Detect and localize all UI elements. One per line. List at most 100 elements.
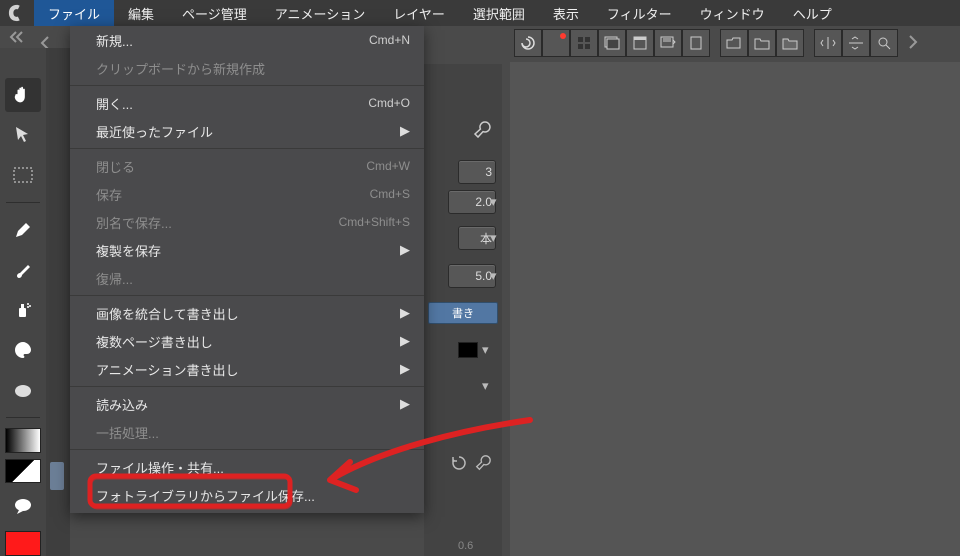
menu-layer[interactable]: レイヤー xyxy=(379,0,459,26)
app-logo-icon[interactable] xyxy=(0,0,34,26)
menu-window[interactable]: ウィンドウ xyxy=(686,0,779,26)
menu-item-label: 読み込み xyxy=(96,395,400,414)
menu-page[interactable]: ページ管理 xyxy=(168,0,261,26)
menu-item-label: アニメーション書き出し xyxy=(96,360,400,379)
sub-palette xyxy=(46,48,70,556)
field-3[interactable]: 3 xyxy=(458,160,496,184)
menu-separator xyxy=(70,449,424,450)
field-2.0[interactable]: 2.0 xyxy=(448,190,496,214)
menu-item-3[interactable]: 開く...Cmd+O xyxy=(70,89,424,117)
bw-swatch[interactable] xyxy=(5,459,41,484)
tool-palette xyxy=(0,48,46,556)
menu-item-12[interactable]: 画像を統合して書き出し▶ xyxy=(70,299,424,327)
spiral-icon[interactable] xyxy=(514,29,542,57)
vmirror-icon[interactable] xyxy=(842,29,870,57)
menu-animation[interactable]: アニメーション xyxy=(261,0,379,26)
menu-separator xyxy=(70,85,424,86)
menu-item-9[interactable]: 複製を保存▶ xyxy=(70,236,424,264)
folder-closed-icon[interactable] xyxy=(776,29,804,57)
spray-tool-icon[interactable] xyxy=(5,293,41,327)
palette-tool-icon[interactable] xyxy=(5,333,41,367)
refresh-icon[interactable] xyxy=(450,454,468,475)
menu-item-label: 最近使ったファイル xyxy=(96,122,400,141)
grid-icon[interactable] xyxy=(570,29,598,57)
menu-item-20[interactable]: フォトライブラリからファイル保存... xyxy=(70,481,424,509)
hand-tool-icon[interactable] xyxy=(5,78,41,112)
menu-item-4[interactable]: 最近使ったファイル▶ xyxy=(70,117,424,145)
window-icon[interactable] xyxy=(654,29,682,57)
submenu-arrow-icon: ▶ xyxy=(400,333,410,349)
menu-item-label: 画像を統合して書き出し xyxy=(96,304,400,323)
stack-icon[interactable] xyxy=(598,29,626,57)
file-menu-dropdown: 新規...Cmd+Nクリップボードから新規作成開く...Cmd+O最近使ったファ… xyxy=(70,26,424,513)
menu-item-shortcut: Cmd+O xyxy=(368,96,410,110)
menu-item-label: 閉じる xyxy=(96,157,366,176)
menu-item-7: 保存Cmd+S xyxy=(70,180,424,208)
menu-item-shortcut: Cmd+N xyxy=(369,33,410,47)
folder-open-icon[interactable] xyxy=(720,29,748,57)
submenu-arrow-icon: ▶ xyxy=(400,123,410,139)
menu-item-16[interactable]: 読み込み▶ xyxy=(70,390,424,418)
menu-view[interactable]: 表示 xyxy=(539,0,593,26)
chevron-down-icon[interactable]: ▾ xyxy=(490,268,504,282)
red-swatch[interactable] xyxy=(5,531,41,556)
canvas-area xyxy=(510,62,960,556)
menu-selection[interactable]: 選択範囲 xyxy=(459,0,539,26)
chevron-down-icon[interactable]: ▾ xyxy=(482,378,496,392)
menu-item-label: 別名で保存... xyxy=(96,213,339,232)
menu-item-label: クリップボードから新規作成 xyxy=(96,59,410,78)
bottom-value: 0.6 xyxy=(458,540,473,552)
menu-item-14[interactable]: アニメーション書き出し▶ xyxy=(70,355,424,383)
chevron-down-icon[interactable]: ▾ xyxy=(482,342,496,356)
chevron-right-icon[interactable] xyxy=(908,35,918,52)
submenu-arrow-icon: ▶ xyxy=(400,242,410,258)
menu-item-label: 一括処理... xyxy=(96,423,410,442)
submenu-arrow-icon: ▶ xyxy=(400,396,410,412)
marquee-tool-icon[interactable] xyxy=(5,158,41,192)
folder-icon[interactable] xyxy=(748,29,776,57)
pointer-tool-icon[interactable] xyxy=(5,118,41,152)
brush-tool-icon[interactable] xyxy=(5,253,41,287)
hmirror-icon[interactable] xyxy=(814,29,842,57)
menu-item-0[interactable]: 新規...Cmd+N xyxy=(70,26,424,54)
chevron-down-icon[interactable]: ▾ xyxy=(490,194,504,208)
menu-item-label: 新規... xyxy=(96,31,369,50)
pen-tool-icon[interactable] xyxy=(5,213,41,247)
sub-chip[interactable] xyxy=(50,462,64,490)
submenu-arrow-icon: ▶ xyxy=(400,305,410,321)
active-tab[interactable]: 書き xyxy=(428,302,498,324)
doc-icon[interactable] xyxy=(682,29,710,57)
menu-item-label: 復帰... xyxy=(96,269,410,288)
menu-separator xyxy=(70,295,424,296)
menu-item-label: ファイル操作・共有... xyxy=(96,458,410,477)
panel-icon[interactable] xyxy=(626,29,654,57)
field-5.0[interactable]: 5.0 xyxy=(448,264,496,288)
menu-separator xyxy=(70,386,424,387)
wrench-icon[interactable] xyxy=(472,120,494,142)
record-dot-icon[interactable] xyxy=(542,29,570,57)
mid-panel: 3 2.0 ▾ 本 ▾ 5.0 ▾ 書き ▾ ▾ 0.6 xyxy=(424,64,502,556)
menu-item-label: 複数ページ書き出し xyxy=(96,332,400,351)
gradient-swatch[interactable] xyxy=(5,428,41,453)
menu-item-10: 復帰... xyxy=(70,264,424,292)
collapse-chevrons-icon[interactable] xyxy=(0,26,34,48)
menu-item-6: 閉じるCmd+W xyxy=(70,152,424,180)
menu-item-19[interactable]: ファイル操作・共有... xyxy=(70,453,424,481)
menu-item-17: 一括処理... xyxy=(70,418,424,446)
menu-item-shortcut: Cmd+W xyxy=(366,159,410,173)
zoom-icon[interactable] xyxy=(870,29,898,57)
chevron-down-icon[interactable]: ▾ xyxy=(490,230,504,244)
menu-item-13[interactable]: 複数ページ書き出し▶ xyxy=(70,327,424,355)
blob-tool-icon[interactable] xyxy=(5,373,41,407)
menu-edit[interactable]: 編集 xyxy=(114,0,168,26)
menu-filter[interactable]: フィルター xyxy=(593,0,686,26)
wrench-icon[interactable] xyxy=(474,454,492,475)
menu-help[interactable]: ヘルプ xyxy=(779,0,846,26)
menu-separator xyxy=(70,148,424,149)
bubble-tool-icon[interactable] xyxy=(5,489,41,523)
submenu-arrow-icon: ▶ xyxy=(400,361,410,377)
menu-item-shortcut: Cmd+Shift+S xyxy=(339,215,410,229)
menu-item-shortcut: Cmd+S xyxy=(370,187,410,201)
menu-file[interactable]: ファイル xyxy=(34,0,114,26)
color-chip[interactable] xyxy=(458,342,478,358)
